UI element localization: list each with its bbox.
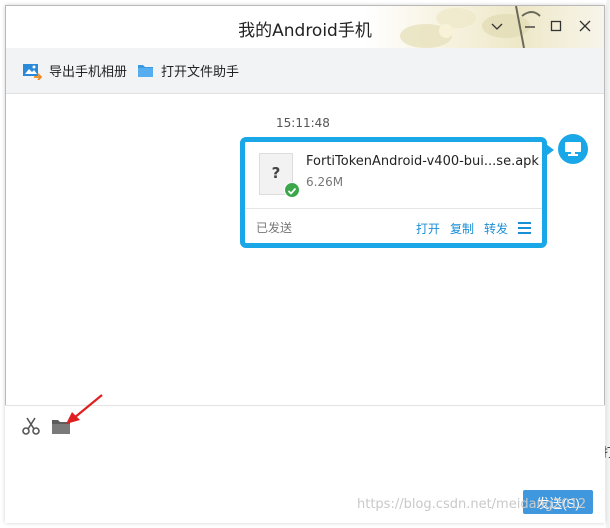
title-bar: 我的Android手机: [6, 6, 604, 48]
bubble-divider: [245, 208, 542, 209]
folder-icon: [138, 65, 153, 77]
window-title: 我的Android手机: [238, 21, 372, 41]
chevron-down-icon[interactable]: [487, 16, 507, 36]
watermark-text: https://blog.csdn.net/meidang2012: [357, 497, 587, 512]
computer-avatar-icon: [558, 134, 588, 164]
open-file-helper-label: 打开文件助手: [161, 65, 240, 80]
open-file-helper-button[interactable]: 打开文件助手: [137, 61, 239, 80]
bubble-tail: [546, 144, 554, 156]
close-icon[interactable]: [575, 16, 595, 36]
minimize-icon[interactable]: [520, 16, 540, 36]
export-album-button[interactable]: 导出手机相册: [22, 61, 127, 80]
send-status: 已发送: [256, 221, 293, 235]
file-type-icon: ?: [259, 153, 300, 198]
more-menu-icon[interactable]: [518, 222, 531, 234]
message-timestamp: 15:11:48: [276, 116, 330, 130]
file-message-bubble[interactable]: ? FortiTokenAndroid-v400-bui...se.apk 6.…: [240, 137, 547, 248]
scissors-icon[interactable]: [21, 416, 41, 440]
picture-export-icon: [23, 63, 42, 80]
file-name: FortiTokenAndroid-v400-bui...se.apk: [306, 154, 539, 169]
maximize-icon[interactable]: [546, 16, 566, 36]
unknown-file-glyph: ?: [271, 164, 281, 182]
toolbar: 导出手机相册 打开文件助手: [6, 48, 604, 94]
file-size: 6.26M: [306, 175, 344, 189]
check-circle-icon: [284, 182, 300, 198]
forward-file-link[interactable]: 转发: [484, 220, 508, 237]
red-arrow-annotation: [66, 394, 103, 424]
export-album-label: 导出手机相册: [49, 65, 128, 80]
open-file-link[interactable]: 打开: [416, 220, 440, 237]
copy-file-link[interactable]: 复制: [450, 220, 474, 237]
